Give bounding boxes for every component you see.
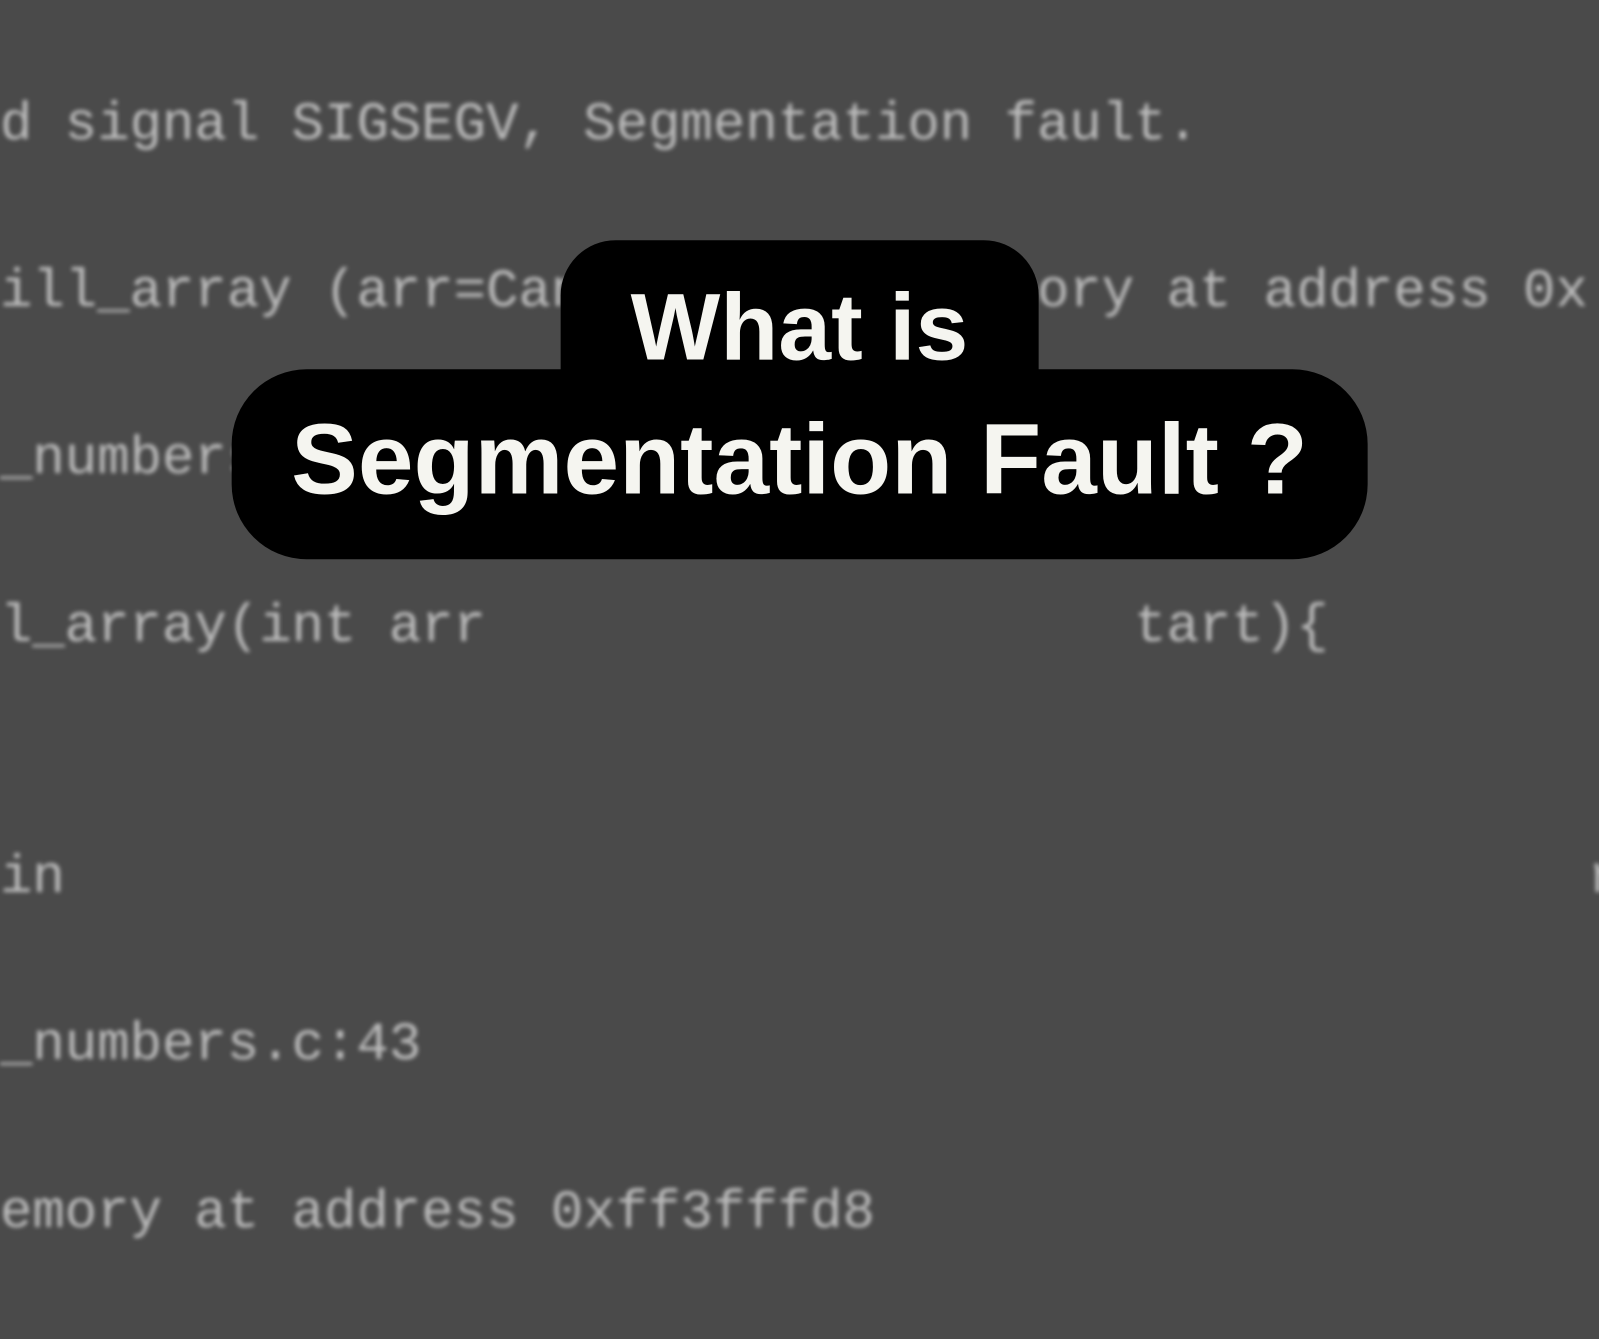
code-line: l_array(int arr tart){ [0,586,1599,670]
title-line-1: What is [561,240,1039,400]
code-line: _numbers.c:43 [0,1004,1599,1088]
code-line: d signal SIGSEGV, Segmentation fault. [0,84,1599,168]
code-line: emory at address 0xff3fffd8 [0,1172,1599,1256]
title-callout: What is Segmentation Fault ? [231,240,1368,560]
code-line: in res [0,837,1599,921]
